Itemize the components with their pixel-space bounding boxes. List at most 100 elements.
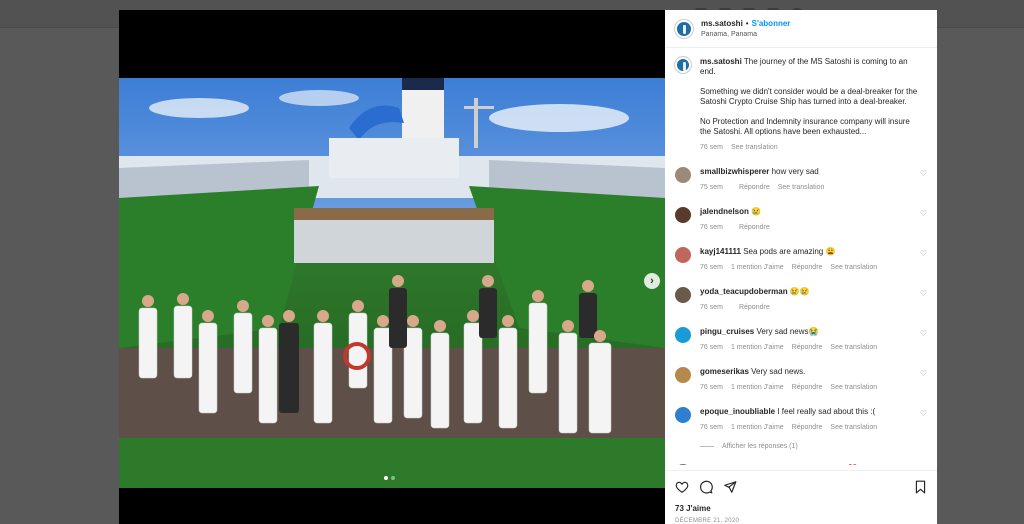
commenter-username[interactable]: gomeserikas	[700, 367, 749, 376]
reply-link[interactable]: Répondre	[739, 224, 770, 231]
heart-icon[interactable]	[675, 480, 689, 494]
reply-link[interactable]: Répondre	[792, 384, 823, 391]
post-side-panel: ms.satoshi • S'abonner Panama, Panama ms.s…	[665, 10, 937, 524]
comment-like-heart-icon[interactable]: ♡	[920, 289, 927, 298]
profile-avatar[interactable]	[675, 19, 693, 38]
commenter-avatar[interactable]	[675, 207, 691, 223]
caption-username[interactable]: ms.satoshi	[700, 57, 742, 66]
comment-meta: 76 sem 1 mention J'aime Répondre See transl…	[700, 383, 920, 393]
cruise-crew-photo	[119, 78, 665, 488]
comment-item: epoque_inoubliable I feel really sad abo…	[675, 407, 927, 433]
comments-scroll-area[interactable]: ms.satoshi The journey of the MS Satoshi…	[665, 49, 937, 465]
post-media[interactable]: ›	[119, 10, 665, 524]
comment-meta: 76 sem 1 mention J'aime Répondre See transl…	[700, 263, 920, 273]
comment-body: jalendnelson 😢 76 sem Répondre	[700, 207, 920, 233]
comment-meta: 76 sem Répondre	[700, 303, 920, 313]
reply-link[interactable]: Répondre	[739, 304, 770, 311]
commenter-username[interactable]: epoque_inoubliable	[700, 407, 775, 416]
comment-like-heart-icon[interactable]: ♡	[920, 209, 927, 218]
reply-link[interactable]: Répondre	[739, 184, 770, 191]
commenter-avatar[interactable]	[675, 367, 691, 383]
comment-text: Very sad news.	[751, 367, 806, 376]
comment-like-heart-icon[interactable]: ♡	[920, 249, 927, 258]
comment-meta: 75 sem Répondre See translation	[700, 183, 920, 193]
comment-like-heart-icon[interactable]: ♡	[920, 409, 927, 418]
reply-link[interactable]: Répondre	[792, 344, 823, 351]
commenter-username[interactable]: smallbizwhisperer	[700, 167, 769, 176]
like-count[interactable]: 73 J'aime	[675, 504, 927, 513]
comment-like-heart-icon[interactable]: ♡	[920, 169, 927, 178]
comment-time[interactable]: 76 sem	[700, 264, 723, 271]
view-replies-link[interactable]: Afficher les réponses (1)	[700, 443, 927, 450]
commenter-username[interactable]: jalendnelson	[700, 207, 749, 216]
comment-item: rigra.de.alvear This are very sad news..…	[675, 464, 927, 465]
reply-link[interactable]: Répondre	[792, 424, 823, 431]
header-text: ms.satoshi • S'abonner Panama, Panama	[701, 18, 790, 40]
commenter-avatar[interactable]	[675, 287, 691, 303]
carousel-dots	[384, 476, 395, 480]
commenter-avatar[interactable]	[675, 327, 691, 343]
profile-username[interactable]: ms.satoshi	[701, 19, 743, 28]
post-date: DÉCEMBRE 21, 2020	[675, 518, 740, 524]
comment-time[interactable]: 75 sem	[700, 184, 723, 191]
comment-like-count[interactable]: 1 mention J'aime	[731, 424, 784, 431]
comment-like-count[interactable]: 1 mention J'aime	[731, 344, 784, 351]
reply-link[interactable]: Répondre	[792, 264, 823, 271]
comment-time[interactable]: 76 sem	[700, 384, 723, 391]
post-actions: 73 J'aime DÉCEMBRE 21, 2020	[665, 470, 937, 524]
comment-time[interactable]: 76 sem	[700, 424, 723, 431]
view-replies-label[interactable]: Afficher les réponses (1)	[722, 443, 798, 450]
commenter-avatar[interactable]	[675, 247, 691, 263]
comment-body: gomeserikas Very sad news. 76 sem 1 mentio…	[700, 367, 920, 393]
see-translation-link[interactable]: See translation	[830, 384, 877, 391]
see-translation-link[interactable]: See translation	[830, 264, 877, 271]
comment-item: gomeserikas Very sad news. 76 sem 1 mentio…	[675, 367, 927, 393]
comment-body: smallbizwhisperer how very sad 75 sem Répo…	[700, 167, 920, 193]
comment-text: 😢😢	[789, 287, 810, 296]
comment-like-count[interactable]: 1 mention J'aime	[731, 384, 784, 391]
comment-item: jalendnelson 😢 76 sem Répondre ♡	[675, 207, 927, 233]
comment-like-heart-icon[interactable]: ♡	[920, 329, 927, 338]
comment-text: This are very sad news... ❤️	[757, 464, 858, 465]
action-bar	[675, 479, 927, 495]
comment-like-heart-icon[interactable]: ♡	[920, 369, 927, 378]
comment-time[interactable]: 76 sem	[700, 224, 723, 231]
share-icon[interactable]	[723, 480, 737, 494]
bookmark-icon[interactable]	[914, 480, 927, 494]
comment-item: pingu_cruises Very sad news😭 76 sem 1 ment…	[675, 327, 927, 353]
post-location[interactable]: Panama, Panama	[701, 29, 790, 40]
comment-body: yoda_teacupdoberman 😢😢 76 sem Répondre	[700, 287, 920, 313]
caption-avatar[interactable]	[675, 57, 691, 73]
comment-time[interactable]: 76 sem	[700, 304, 723, 311]
comment-body: epoque_inoubliable I feel really sad abo…	[700, 407, 920, 433]
comment-body: kayj141111 Sea pods are amazing 😩 76 sem 1…	[700, 247, 920, 273]
commenter-avatar[interactable]	[675, 464, 691, 465]
post-header: ms.satoshi • S'abonner Panama, Panama	[665, 10, 937, 48]
see-translation-link[interactable]: See translation	[830, 344, 877, 351]
commenter-username[interactable]: rigra.de.alvear	[700, 464, 755, 465]
comment-icon[interactable]	[699, 480, 713, 494]
comment-time[interactable]: 76 sem	[700, 344, 723, 351]
separator: •	[745, 18, 749, 28]
commenter-username[interactable]: pingu_cruises	[700, 327, 754, 336]
commenter-avatar[interactable]	[675, 407, 691, 423]
caption-body: ms.satoshi The journey of the MS Satoshi…	[700, 57, 920, 153]
comment-meta: 76 sem Répondre	[700, 223, 920, 233]
commenter-username[interactable]: kayj141111	[700, 247, 741, 256]
chevron-right-icon[interactable]: ›	[644, 273, 660, 289]
commenter-username[interactable]: yoda_teacupdoberman	[700, 287, 788, 296]
caption-time[interactable]: 76 sem	[700, 144, 723, 151]
comment-meta: 76 sem 1 mention J'aime Répondre See transl…	[700, 423, 920, 433]
comment-meta: 76 sem 1 mention J'aime Répondre See transl…	[700, 343, 920, 353]
replies-divider	[700, 445, 714, 447]
post-modal: › ms.satoshi • S'abonner Panama, Panama ms…	[119, 10, 937, 524]
commenter-avatar[interactable]	[675, 167, 691, 183]
see-translation-link[interactable]: See translation	[731, 144, 778, 151]
comment-text: Sea pods are amazing 😩	[743, 247, 836, 256]
carousel-dot	[384, 476, 388, 480]
see-translation-link[interactable]: See translation	[778, 184, 825, 191]
see-translation-link[interactable]: See translation	[830, 424, 877, 431]
caption-meta: 76 sem See translation	[700, 143, 920, 153]
follow-button[interactable]: S'abonner	[752, 19, 791, 28]
comment-like-count[interactable]: 1 mention J'aime	[731, 264, 784, 271]
